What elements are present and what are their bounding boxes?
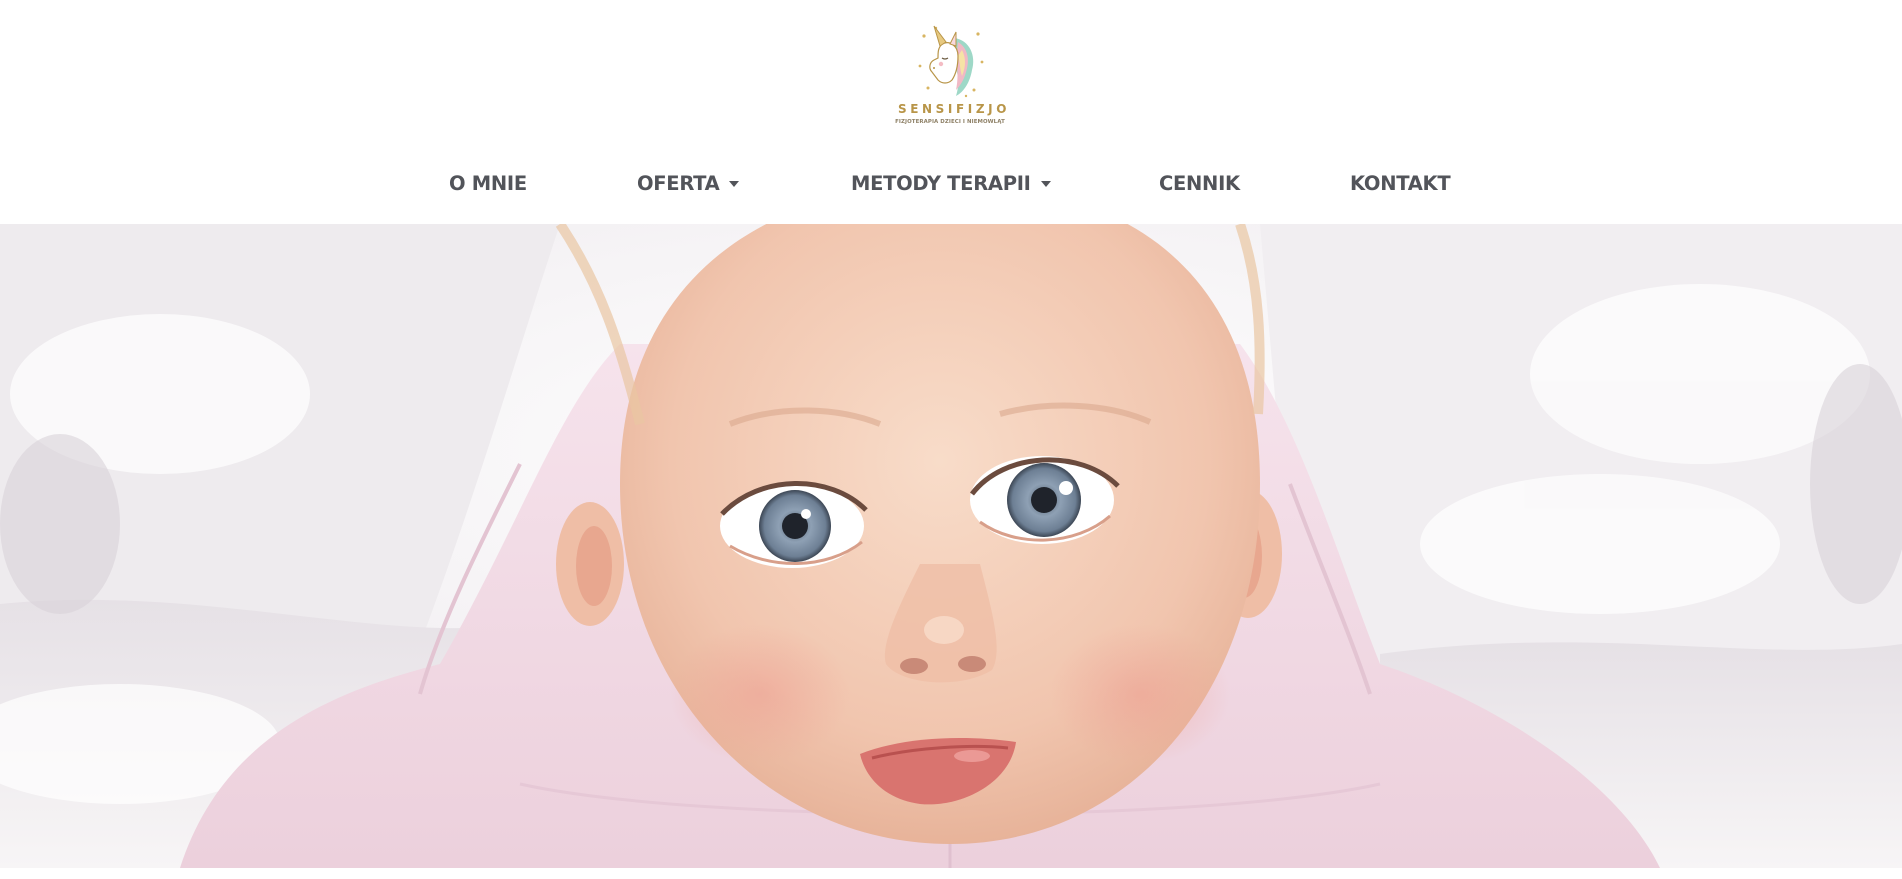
page: SENSIFIZJO FIZJOTERAPIA DZIECI I NIEMOWL…: [0, 0, 1902, 879]
nav-item-label: METODY TERAPII: [851, 172, 1031, 195]
baby-portrait-photo: [0, 224, 1902, 868]
nav-item-cennik[interactable]: CENNIK: [1159, 170, 1240, 198]
caret-down-icon: [1040, 180, 1051, 187]
nav-item-label: OFERTA: [637, 172, 720, 195]
nav-item-oferta[interactable]: OFERTA: [637, 170, 740, 198]
nav-item-kontakt[interactable]: KONTAKT: [1350, 170, 1451, 198]
caret-down-icon: [729, 180, 740, 187]
nav-item-label: CENNIK: [1159, 172, 1240, 195]
nav-item-o-mnie[interactable]: O MNIE: [449, 170, 527, 198]
site-header: SENSIFIZJO FIZJOTERAPIA DZIECI I NIEMOWL…: [0, 0, 1902, 224]
main-nav: O MNIE OFERTA METODY TERAPII CENNIK KONT…: [0, 160, 1902, 208]
nav-item-label: O MNIE: [449, 172, 527, 195]
brand-name: SENSIFIZJO: [898, 102, 1011, 116]
brand-tagline: FIZJOTERAPIA DZIECI I NIEMOWLĄT: [895, 119, 1005, 125]
hero-banner: [0, 224, 1902, 868]
nav-item-metody-terapii[interactable]: METODY TERAPII: [851, 170, 1051, 198]
hero-bottom-edge: [0, 868, 1902, 879]
unicorn-head-icon: [918, 25, 984, 98]
nav-item-label: KONTAKT: [1350, 172, 1451, 195]
site-logo[interactable]: SENSIFIZJO FIZJOTERAPIA DZIECI I NIEMOWL…: [895, 22, 1011, 134]
